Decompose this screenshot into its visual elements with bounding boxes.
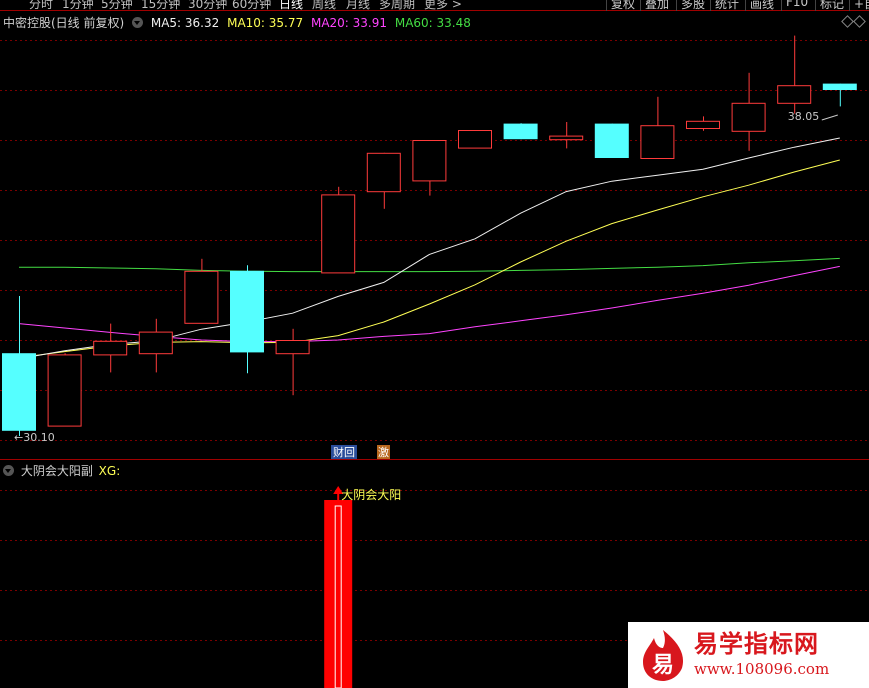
candle-body-up xyxy=(138,331,173,355)
period-toolbar: 分时 1分钟 5分钟 15分钟 30分钟 60分钟 日线 周线 月线 多周期 更… xyxy=(0,0,869,11)
ma20-value: MA20: 33.91 xyxy=(310,16,388,30)
ma5-value: MA5: 36.32 xyxy=(150,16,220,30)
xg-label: XG: xyxy=(98,464,121,478)
caihui-label: 财回 xyxy=(333,445,355,459)
draw-line-button[interactable]: 画线 xyxy=(745,0,778,11)
candles xyxy=(2,35,857,436)
candle-body-up xyxy=(777,85,812,104)
ma60-value: MA60: 33.48 xyxy=(394,16,471,30)
ji-label: 激 xyxy=(378,445,389,459)
candle-body-down xyxy=(594,123,629,158)
dropdown-icon[interactable] xyxy=(3,465,14,476)
candle-body-up xyxy=(640,125,675,159)
candle-body-up xyxy=(93,340,128,356)
candle-body-up xyxy=(412,140,447,182)
signal-label: 大阴会大阳 xyxy=(341,488,401,502)
tab-30min[interactable]: 30分钟 xyxy=(188,0,227,11)
indicator-legend: 大阴会大阳副 XG: xyxy=(3,462,120,478)
candle-body-up xyxy=(47,354,82,427)
logo-mark-text: 易 xyxy=(652,653,674,678)
candle-body-up xyxy=(275,340,310,355)
main-legend: 中密控股(日线 前复权) MA5: 36.32 MA10: 35.77 MA20… xyxy=(3,14,475,30)
tab-monthly[interactable]: 月线 xyxy=(346,0,370,11)
stats-button[interactable]: 统计 xyxy=(710,0,743,11)
indicator-title: 大阴会大阳副 xyxy=(20,464,93,478)
candle-body-down xyxy=(822,83,857,90)
candle-body-up xyxy=(686,120,720,130)
tab-daily[interactable]: 日线 xyxy=(279,0,303,11)
f10-button[interactable]: F10 xyxy=(781,0,812,11)
candle-body-down xyxy=(230,270,264,353)
overlay-button[interactable]: 叠加 xyxy=(640,0,673,11)
stock-title: 中密控股(日线 前复权) xyxy=(3,16,125,30)
flame-logo-icon: 易 xyxy=(643,630,684,681)
tab-1min[interactable]: 1分钟 xyxy=(62,0,94,11)
fuquan-button[interactable]: 复权 xyxy=(606,0,639,11)
high-label: 38.05 xyxy=(788,110,820,123)
candle-body-up xyxy=(549,135,584,141)
candlestick-chart: 38.05 ←30.10 财回 激 大阴会大阳 xyxy=(0,10,869,688)
multi-stock-button[interactable]: 多股 xyxy=(676,0,709,11)
candle-body-down xyxy=(503,123,538,140)
price-grid xyxy=(0,40,869,641)
ma60-line xyxy=(19,257,840,273)
low-label: ←30.10 xyxy=(14,431,55,444)
custom-button[interactable]: +自 xyxy=(849,0,869,11)
candle-body-up xyxy=(321,194,356,274)
mark-button[interactable]: 标记 xyxy=(815,0,848,11)
tab-15min[interactable]: 15分钟 xyxy=(141,0,180,11)
candle-body-down xyxy=(2,353,36,431)
candle-body-up xyxy=(458,130,492,149)
tab-fenshi[interactable]: 分时 xyxy=(29,0,53,11)
dropdown-icon[interactable] xyxy=(132,17,144,28)
tab-multi-period[interactable]: 多周期 xyxy=(379,0,415,11)
tab-5min[interactable]: 5分钟 xyxy=(101,0,133,11)
tab-more[interactable]: 更多 > xyxy=(424,0,462,11)
signal-bar xyxy=(324,500,353,688)
tab-60min[interactable]: 60分钟 xyxy=(232,0,271,11)
logo-url: www.108096.com xyxy=(694,660,830,678)
candle-body-up xyxy=(731,102,766,132)
logo-title: 易学指标网 xyxy=(694,630,819,658)
ma10-value: MA10: 35.77 xyxy=(227,16,304,30)
tab-weekly[interactable]: 周线 xyxy=(312,0,336,11)
candle-body-up xyxy=(184,270,219,324)
indicator-pane: 大阴会大阳 xyxy=(324,486,401,688)
high-pointer xyxy=(821,114,838,121)
candle-body-up xyxy=(366,152,401,193)
watermark-logo: 易 易学指标网 www.108096.com xyxy=(628,622,869,688)
